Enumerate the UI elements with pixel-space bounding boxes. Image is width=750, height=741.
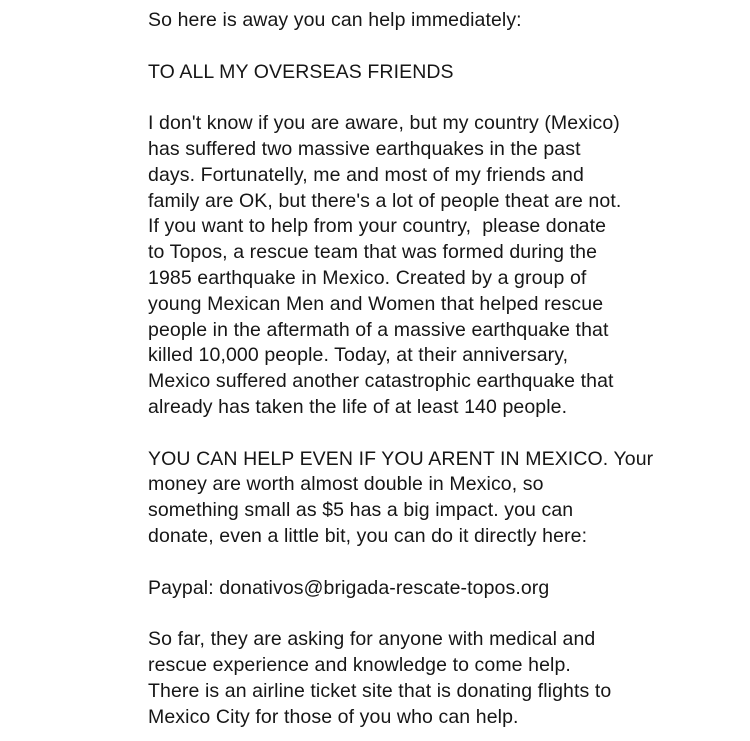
text-line: to Topos, a rescue team that was formed …: [148, 241, 598, 264]
paragraph-3: So far, they are asking for anyone with …: [148, 627, 710, 730]
text-line: If you want to help from your country, p…: [148, 215, 607, 238]
paypal-line: Paypal: donativos@brigada-rescate-topos.…: [148, 576, 550, 599]
text-line: something small as $5 has a big impact. …: [148, 499, 574, 522]
post-text: So here is away you can help immediately…: [0, 0, 750, 741]
text-line: So far, they are asking for anyone with …: [148, 628, 596, 651]
paragraph-1: I don't know if you are aware, but my co…: [148, 111, 710, 421]
text-line: Mexico City for those of you who can hel…: [148, 705, 519, 728]
text-line: days. Fortunatelly, me and most of my fr…: [148, 163, 584, 186]
text-line: There is an airline ticket site that is …: [148, 679, 612, 702]
heading-line: TO ALL MY OVERSEAS FRIENDS: [148, 60, 454, 83]
text-line: rescue experience and knowledge to come …: [148, 653, 571, 676]
text-line: already has taken the life of at least 1…: [148, 395, 568, 418]
text-line: killed 10,000 people. Today, at their an…: [148, 344, 569, 367]
text-line: Mexico suffered another catastrophic ear…: [148, 370, 614, 393]
text-line: YOU CAN HELP EVEN IF YOU ARENT IN MEXICO…: [148, 447, 654, 470]
text-line: money are worth almost double in Mexico,…: [148, 473, 544, 496]
text-line: people in the aftermath of a massive ear…: [148, 318, 609, 341]
text-line: 1985 earthquake in Mexico. Created by a …: [148, 266, 587, 289]
text-line: family are OK, but there's a lot of peop…: [148, 189, 622, 212]
text-line: has suffered two massive earthquakes in …: [148, 137, 581, 160]
text-line: young Mexican Men and Women that helped …: [148, 292, 604, 315]
text-line: I don't know if you are aware, but my co…: [148, 112, 620, 135]
paragraph-2: YOU CAN HELP EVEN IF YOU ARENT IN MEXICO…: [148, 447, 710, 550]
intro-line: So here is away you can help immediately…: [148, 9, 522, 31]
text-line: donate, even a little bit, you can do it…: [148, 524, 588, 547]
